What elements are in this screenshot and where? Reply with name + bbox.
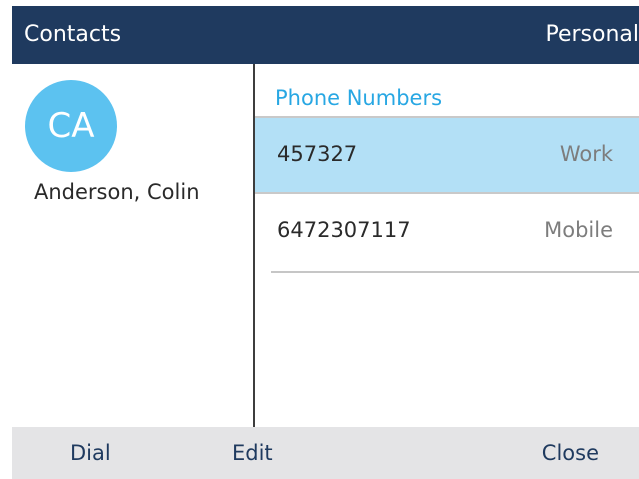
header-bar: Contacts Personal (12, 6, 639, 64)
close-button[interactable]: Close (542, 441, 599, 465)
avatar: CA (25, 80, 117, 172)
phone-type: Mobile (544, 218, 613, 242)
dial-button[interactable]: Dial (70, 441, 111, 465)
phone-type: Work (559, 142, 613, 166)
directory-label: Personal (545, 22, 639, 47)
phone-numbers-heading: Phone Numbers (275, 86, 443, 110)
contact-summary-panel: CA Anderson, Colin (12, 64, 253, 427)
contact-name: Anderson, Colin (34, 180, 200, 204)
edit-button[interactable]: Edit (232, 441, 273, 465)
avatar-initials: CA (47, 106, 95, 146)
contact-details-screen: Contacts Personal CA Anderson, Colin Pho… (0, 0, 639, 479)
row-separator (271, 271, 639, 273)
page-title: Contacts (24, 22, 122, 47)
phone-row-mobile[interactable]: 6472307117 Mobile (255, 194, 639, 273)
phone-row-work[interactable]: 457327 Work (255, 116, 639, 194)
phone-number: 6472307117 (277, 218, 411, 242)
phone-number: 457327 (277, 142, 358, 166)
softkey-bar: Dial Edit Close (12, 427, 639, 479)
phone-numbers-panel: Phone Numbers 457327 Work 6472307117 Mob… (255, 64, 639, 427)
